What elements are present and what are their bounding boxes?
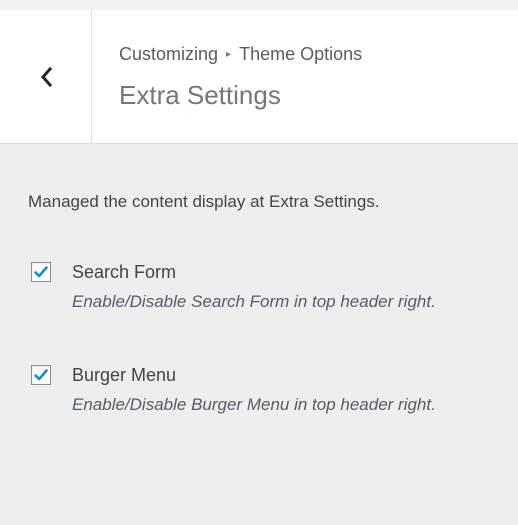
chevron-left-icon bbox=[39, 66, 53, 88]
breadcrumb-root: Customizing bbox=[119, 44, 219, 64]
customizer-panel: Customizing ▸ Theme Options Extra Settings… bbox=[0, 0, 518, 525]
back-button[interactable] bbox=[0, 10, 92, 143]
burger-menu-checkbox[interactable] bbox=[31, 365, 51, 385]
title-area: Customizing ▸ Theme Options Extra Settings bbox=[119, 42, 362, 137]
checkmark-icon bbox=[34, 266, 48, 278]
checkmark-icon bbox=[34, 369, 48, 381]
burger-menu-label[interactable]: Burger Menu bbox=[72, 363, 508, 387]
search-form-label[interactable]: Search Form bbox=[72, 260, 508, 284]
section-content: Managed the content display at Extra Set… bbox=[28, 190, 508, 420]
breadcrumb-separator: ▸ bbox=[226, 49, 232, 60]
burger-menu-control: Burger Menu Enable/Disable Burger Menu i… bbox=[28, 363, 508, 420]
section-title: Extra Settings bbox=[119, 80, 281, 110]
breadcrumb: Customizing ▸ Theme Options bbox=[119, 42, 362, 67]
breadcrumb-section: Theme Options bbox=[239, 44, 363, 64]
section-description: Managed the content display at Extra Set… bbox=[28, 192, 380, 211]
top-strip bbox=[0, 0, 518, 10]
section-header: Customizing ▸ Theme Options Extra Settings bbox=[0, 10, 518, 144]
burger-menu-description: Enable/Disable Burger Menu in top header… bbox=[72, 395, 436, 414]
search-form-checkbox[interactable] bbox=[31, 262, 51, 282]
search-form-description: Enable/Disable Search Form in top header… bbox=[72, 292, 436, 311]
search-form-control: Search Form Enable/Disable Search Form i… bbox=[28, 260, 508, 317]
